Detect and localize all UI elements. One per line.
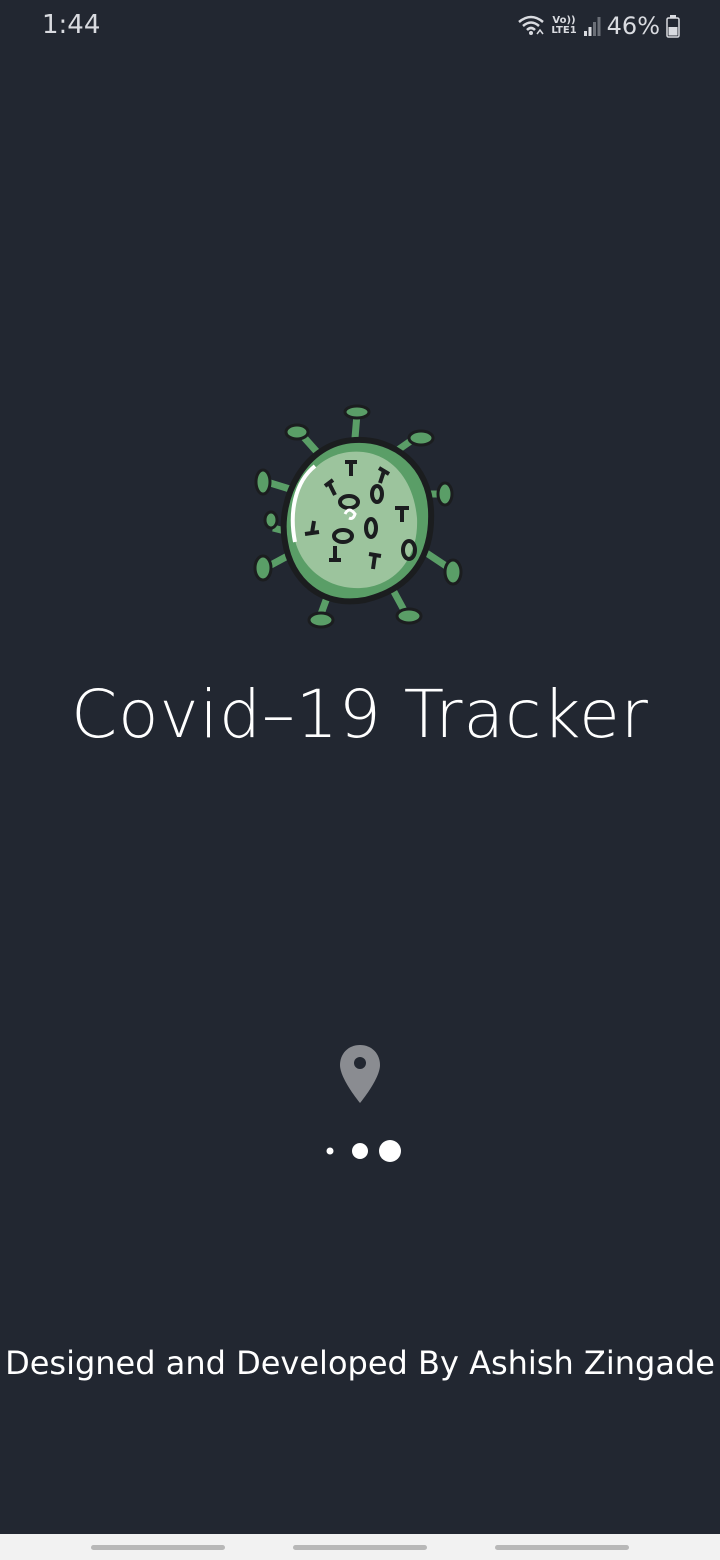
- battery-icon: [666, 15, 680, 38]
- app-title: Covid–19 Tracker: [71, 676, 649, 753]
- location-pin-icon: [340, 1045, 380, 1103]
- battery-percent: 46%: [606, 12, 660, 40]
- nav-home-button[interactable]: [293, 1545, 427, 1550]
- loading-indicator: [326, 1140, 401, 1162]
- nav-back-button[interactable]: [495, 1545, 629, 1550]
- loading-dot: [326, 1147, 334, 1155]
- volte-indicator: Vo)) LTE1: [551, 16, 576, 36]
- loading-dot: [352, 1143, 368, 1159]
- signal-icon: [583, 17, 601, 36]
- status-icons: Vo)) LTE1 46%: [517, 10, 680, 42]
- lte-label: LTE1: [551, 25, 577, 36]
- virus-icon: [253, 404, 463, 629]
- status-bar: 1:44 Vo)) LTE1 46%: [0, 0, 720, 52]
- developer-credit: Designed and Developed By Ashish Zingade: [5, 1344, 715, 1382]
- wifi-icon: [518, 15, 545, 35]
- loading-dot: [379, 1140, 401, 1162]
- system-nav-bar: [0, 1534, 720, 1560]
- nav-recent-button[interactable]: [91, 1545, 225, 1550]
- status-time: 1:44: [42, 10, 101, 40]
